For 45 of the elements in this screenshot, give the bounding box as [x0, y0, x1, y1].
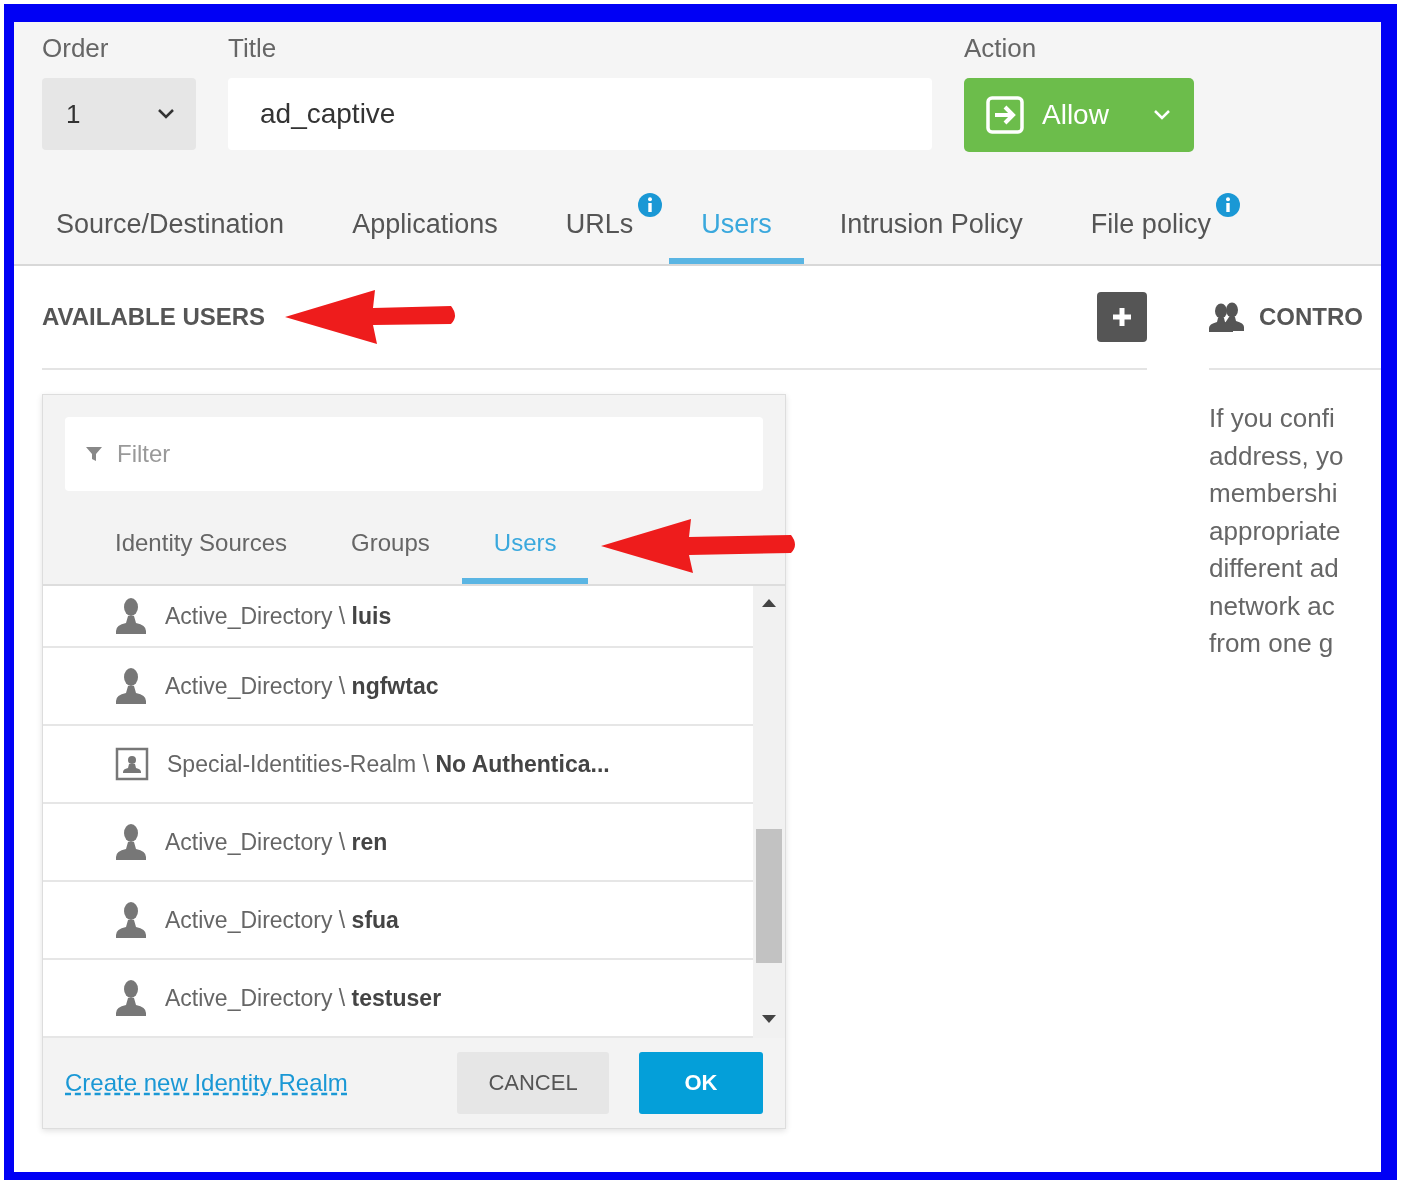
- description-text: If you confi: [1209, 402, 1336, 435]
- tab[interactable]: URLs: [533, 192, 666, 264]
- section-heading: CONTRO: [1259, 303, 1363, 331]
- id-card-icon: [115, 747, 149, 781]
- chevron-icon: [156, 108, 176, 120]
- user-list-item[interactable]: Active_Directory \ ren: [43, 804, 753, 882]
- section-heading: AVAILABLE USERS: [42, 303, 266, 331]
- user-list-item[interactable]: Active_Directory \ sfua: [43, 882, 753, 960]
- field-label: Title: [228, 32, 278, 65]
- title-field[interactable]: ad_captive: [228, 78, 932, 150]
- person-icon: [115, 823, 147, 861]
- tab[interactable]: Identity Sources: [83, 511, 320, 584]
- filter-field[interactable]: Filter: [65, 417, 763, 491]
- person-icon: [115, 979, 147, 1017]
- field-label: Order: [42, 32, 110, 65]
- plus-icon: [1111, 306, 1133, 328]
- description-text: appropriate: [1209, 514, 1342, 548]
- scroll-down-icon: [761, 1014, 777, 1024]
- add-button[interactable]: [1097, 292, 1147, 342]
- tab[interactable]: Applications: [320, 192, 530, 264]
- user-list-item[interactable]: Active_Directory \ ngfwtac: [43, 648, 753, 726]
- person-icon: [115, 597, 147, 635]
- person-icon: [115, 901, 147, 939]
- person-icon: [115, 667, 147, 705]
- tab[interactable]: Groups: [319, 511, 462, 584]
- description-text: from one g: [1209, 627, 1335, 660]
- description-text: different ad: [1209, 552, 1340, 585]
- cancel-button[interactable]: CANCEL: [457, 1052, 609, 1114]
- filter-icon: [85, 445, 103, 463]
- scrollbar-thumb[interactable]: [756, 829, 782, 963]
- field-label: Action: [964, 32, 1038, 65]
- chevron-icon: [1152, 109, 1172, 121]
- tab[interactable]: Intrusion Policy: [807, 192, 1055, 264]
- user-list-item[interactable]: Special-Identities-Realm \ No Authentica...: [43, 726, 753, 804]
- tab[interactable]: File policy: [1058, 192, 1243, 264]
- user-list-item[interactable]: Active_Directory \ testuser: [43, 960, 753, 1038]
- scrollbar[interactable]: [753, 586, 785, 1038]
- order-select[interactable]: 1: [42, 78, 196, 150]
- scroll-up-icon: [761, 598, 777, 608]
- user-list-item[interactable]: Active_Directory \ luis: [43, 586, 753, 648]
- tab[interactable]: Source/Destination: [24, 192, 317, 264]
- description-text: membershi: [1209, 477, 1339, 510]
- description-text: network ac: [1209, 589, 1336, 623]
- group-icon: [1209, 302, 1245, 332]
- description-text: address, yo: [1209, 439, 1345, 473]
